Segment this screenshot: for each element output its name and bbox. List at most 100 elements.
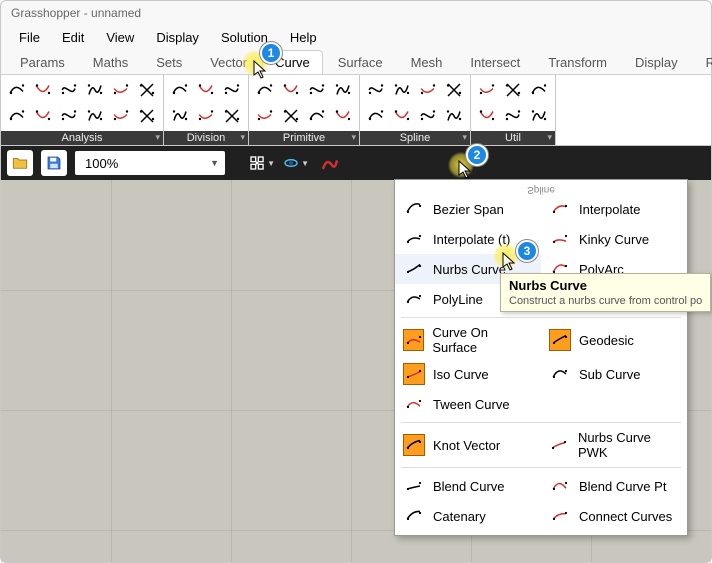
menu-item-interpolate[interactable]: Interpolate <box>541 194 687 224</box>
tab-intersect[interactable]: Intersect <box>457 50 533 74</box>
ribbon-tool-button[interactable] <box>279 104 303 128</box>
ribbon-tool-button[interactable] <box>279 78 303 102</box>
ribbon-tool-button[interactable] <box>135 104 159 128</box>
panel-caption[interactable]: Division▾ <box>164 131 248 145</box>
tab-params[interactable]: Params <box>7 50 78 74</box>
menu-item-bezier-span[interactable]: Bezier Span <box>395 194 541 224</box>
ribbon-tool-button[interactable] <box>475 78 499 102</box>
menu-item-knot-vector[interactable]: Knot Vector <box>395 426 541 464</box>
menu-item-blend-curve-pt[interactable]: Blend Curve Pt <box>541 471 687 501</box>
tab-maths[interactable]: Maths <box>80 50 141 74</box>
ribbon-tool-button[interactable] <box>364 104 388 128</box>
panel-expand-icon: ▾ <box>240 132 245 143</box>
menu-item-iso-curve[interactable]: Iso Curve <box>395 359 541 389</box>
preview-eye-button[interactable]: ▼ <box>283 150 309 176</box>
component-icon <box>403 363 425 385</box>
menu-item-label: Interpolate (t) <box>433 232 510 247</box>
menu-display[interactable]: Display <box>146 28 209 47</box>
ribbon-tool-button[interactable] <box>194 104 218 128</box>
menu-item-sub-curve[interactable]: Sub Curve <box>541 359 687 389</box>
ribbon-tool-button[interactable] <box>527 78 551 102</box>
tab-mesh[interactable]: Mesh <box>398 50 456 74</box>
component-icon <box>403 228 425 250</box>
sketch-button[interactable] <box>317 150 343 176</box>
ribbon-tool-button[interactable] <box>501 104 525 128</box>
save-button[interactable] <box>41 150 67 176</box>
ribbon-tool-button[interactable] <box>442 104 466 128</box>
tab-sets[interactable]: Sets <box>143 50 195 74</box>
ribbon-tool-button[interactable] <box>416 78 440 102</box>
component-icon <box>549 475 571 497</box>
tab-display[interactable]: Display <box>622 50 691 74</box>
menu-item-label: Knot Vector <box>433 438 500 453</box>
tab-surface[interactable]: Surface <box>325 50 396 74</box>
spline-dropdown-menu: Spline Bezier SpanInterpolateInterpolate… <box>394 179 688 536</box>
fit-view-button[interactable]: ▼ <box>249 150 275 176</box>
ribbon-tool-button[interactable] <box>416 104 440 128</box>
ribbon-tool-button[interactable] <box>168 78 192 102</box>
ribbon-tool-button[interactable] <box>305 78 329 102</box>
tab-vector[interactable]: Vector <box>197 50 260 74</box>
menu-item-tween-curve[interactable]: Tween Curve <box>395 389 541 419</box>
ribbon-tool-button[interactable] <box>83 104 107 128</box>
tooltip: Nurbs Curve Construct a nurbs curve from… <box>500 273 711 312</box>
ribbon-tool-button[interactable] <box>194 78 218 102</box>
window-title: Grasshopper - unnamed <box>1 1 711 25</box>
ribbon-tool-button[interactable] <box>5 78 29 102</box>
menu-item-label: Interpolate <box>579 202 640 217</box>
ribbon-tool-button[interactable] <box>5 104 29 128</box>
ribbon-tool-button[interactable] <box>305 104 329 128</box>
ribbon-tabbar: Params Maths Sets Vector Curve Surface M… <box>1 49 711 75</box>
ribbon-tool-button[interactable] <box>220 104 244 128</box>
open-button[interactable] <box>7 150 33 176</box>
ribbon-tool-button[interactable] <box>220 78 244 102</box>
ribbon-tool-button[interactable] <box>31 104 55 128</box>
menu-separator <box>401 317 681 318</box>
ribbon-tool-button[interactable] <box>168 104 192 128</box>
ribbon-tool-button[interactable] <box>253 104 277 128</box>
panel-caption[interactable]: Primitive▾ <box>249 131 359 145</box>
menu-help[interactable]: Help <box>280 28 327 47</box>
menu-item-label: Blend Curve Pt <box>579 479 666 494</box>
panel-caption[interactable]: Analysis▾ <box>1 131 163 145</box>
ribbon-tool-button[interactable] <box>331 104 355 128</box>
ribbon-tool-button[interactable] <box>390 104 414 128</box>
ribbon-tool-button[interactable] <box>135 78 159 102</box>
ribbon-tool-button[interactable] <box>109 78 133 102</box>
menu-item-label: Iso Curve <box>433 367 489 382</box>
menu-item-nurbs-curve-pwk[interactable]: Nurbs Curve PWK <box>541 426 687 464</box>
menu-edit[interactable]: Edit <box>52 28 94 47</box>
ribbon-tool-button[interactable] <box>57 104 81 128</box>
ribbon-tool-button[interactable] <box>109 104 133 128</box>
ribbon-panel-division: Division▾ <box>164 75 249 145</box>
menu-item-label: Tween Curve <box>433 397 510 412</box>
menu-item-blend-curve[interactable]: Blend Curve <box>395 471 541 501</box>
ribbon-panel-util: Util▾ <box>471 75 556 145</box>
menu-item-kinky-curve[interactable]: Kinky Curve <box>541 224 687 254</box>
panel-caption[interactable]: Util▾ <box>471 131 555 145</box>
ribbon-tool-button[interactable] <box>83 78 107 102</box>
ribbon-tool-button[interactable] <box>442 78 466 102</box>
ribbon-tool-button[interactable] <box>57 78 81 102</box>
tab-rhino[interactable]: Rhino <box>693 50 712 74</box>
menu-item-label: PolyLine <box>433 292 483 307</box>
tab-transform[interactable]: Transform <box>535 50 620 74</box>
ribbon-tool-button[interactable] <box>527 104 551 128</box>
ribbon-tool-button[interactable] <box>31 78 55 102</box>
ribbon-tool-button[interactable] <box>331 78 355 102</box>
menu-item-curve-on-surface[interactable]: Curve On Surface <box>395 321 541 359</box>
menu-file[interactable]: File <box>9 28 50 47</box>
menu-item-geodesic[interactable]: Geodesic <box>541 321 687 359</box>
zoom-combo[interactable]: 100% ▼ <box>75 151 225 175</box>
panel-caption[interactable]: Spline▾ <box>360 131 470 145</box>
ribbon-tool-button[interactable] <box>475 104 499 128</box>
menu-item-connect-curves[interactable]: Connect Curves <box>541 501 687 531</box>
menu-item-catenary[interactable]: Catenary <box>395 501 541 531</box>
ribbon-tool-button[interactable] <box>390 78 414 102</box>
ribbon-tool-button[interactable] <box>253 78 277 102</box>
ribbon-tool-button[interactable] <box>364 78 388 102</box>
menu-view[interactable]: View <box>96 28 144 47</box>
menu-separator <box>401 422 681 423</box>
menu-item-label: Nurbs Curve PWK <box>578 430 679 460</box>
ribbon-tool-button[interactable] <box>501 78 525 102</box>
